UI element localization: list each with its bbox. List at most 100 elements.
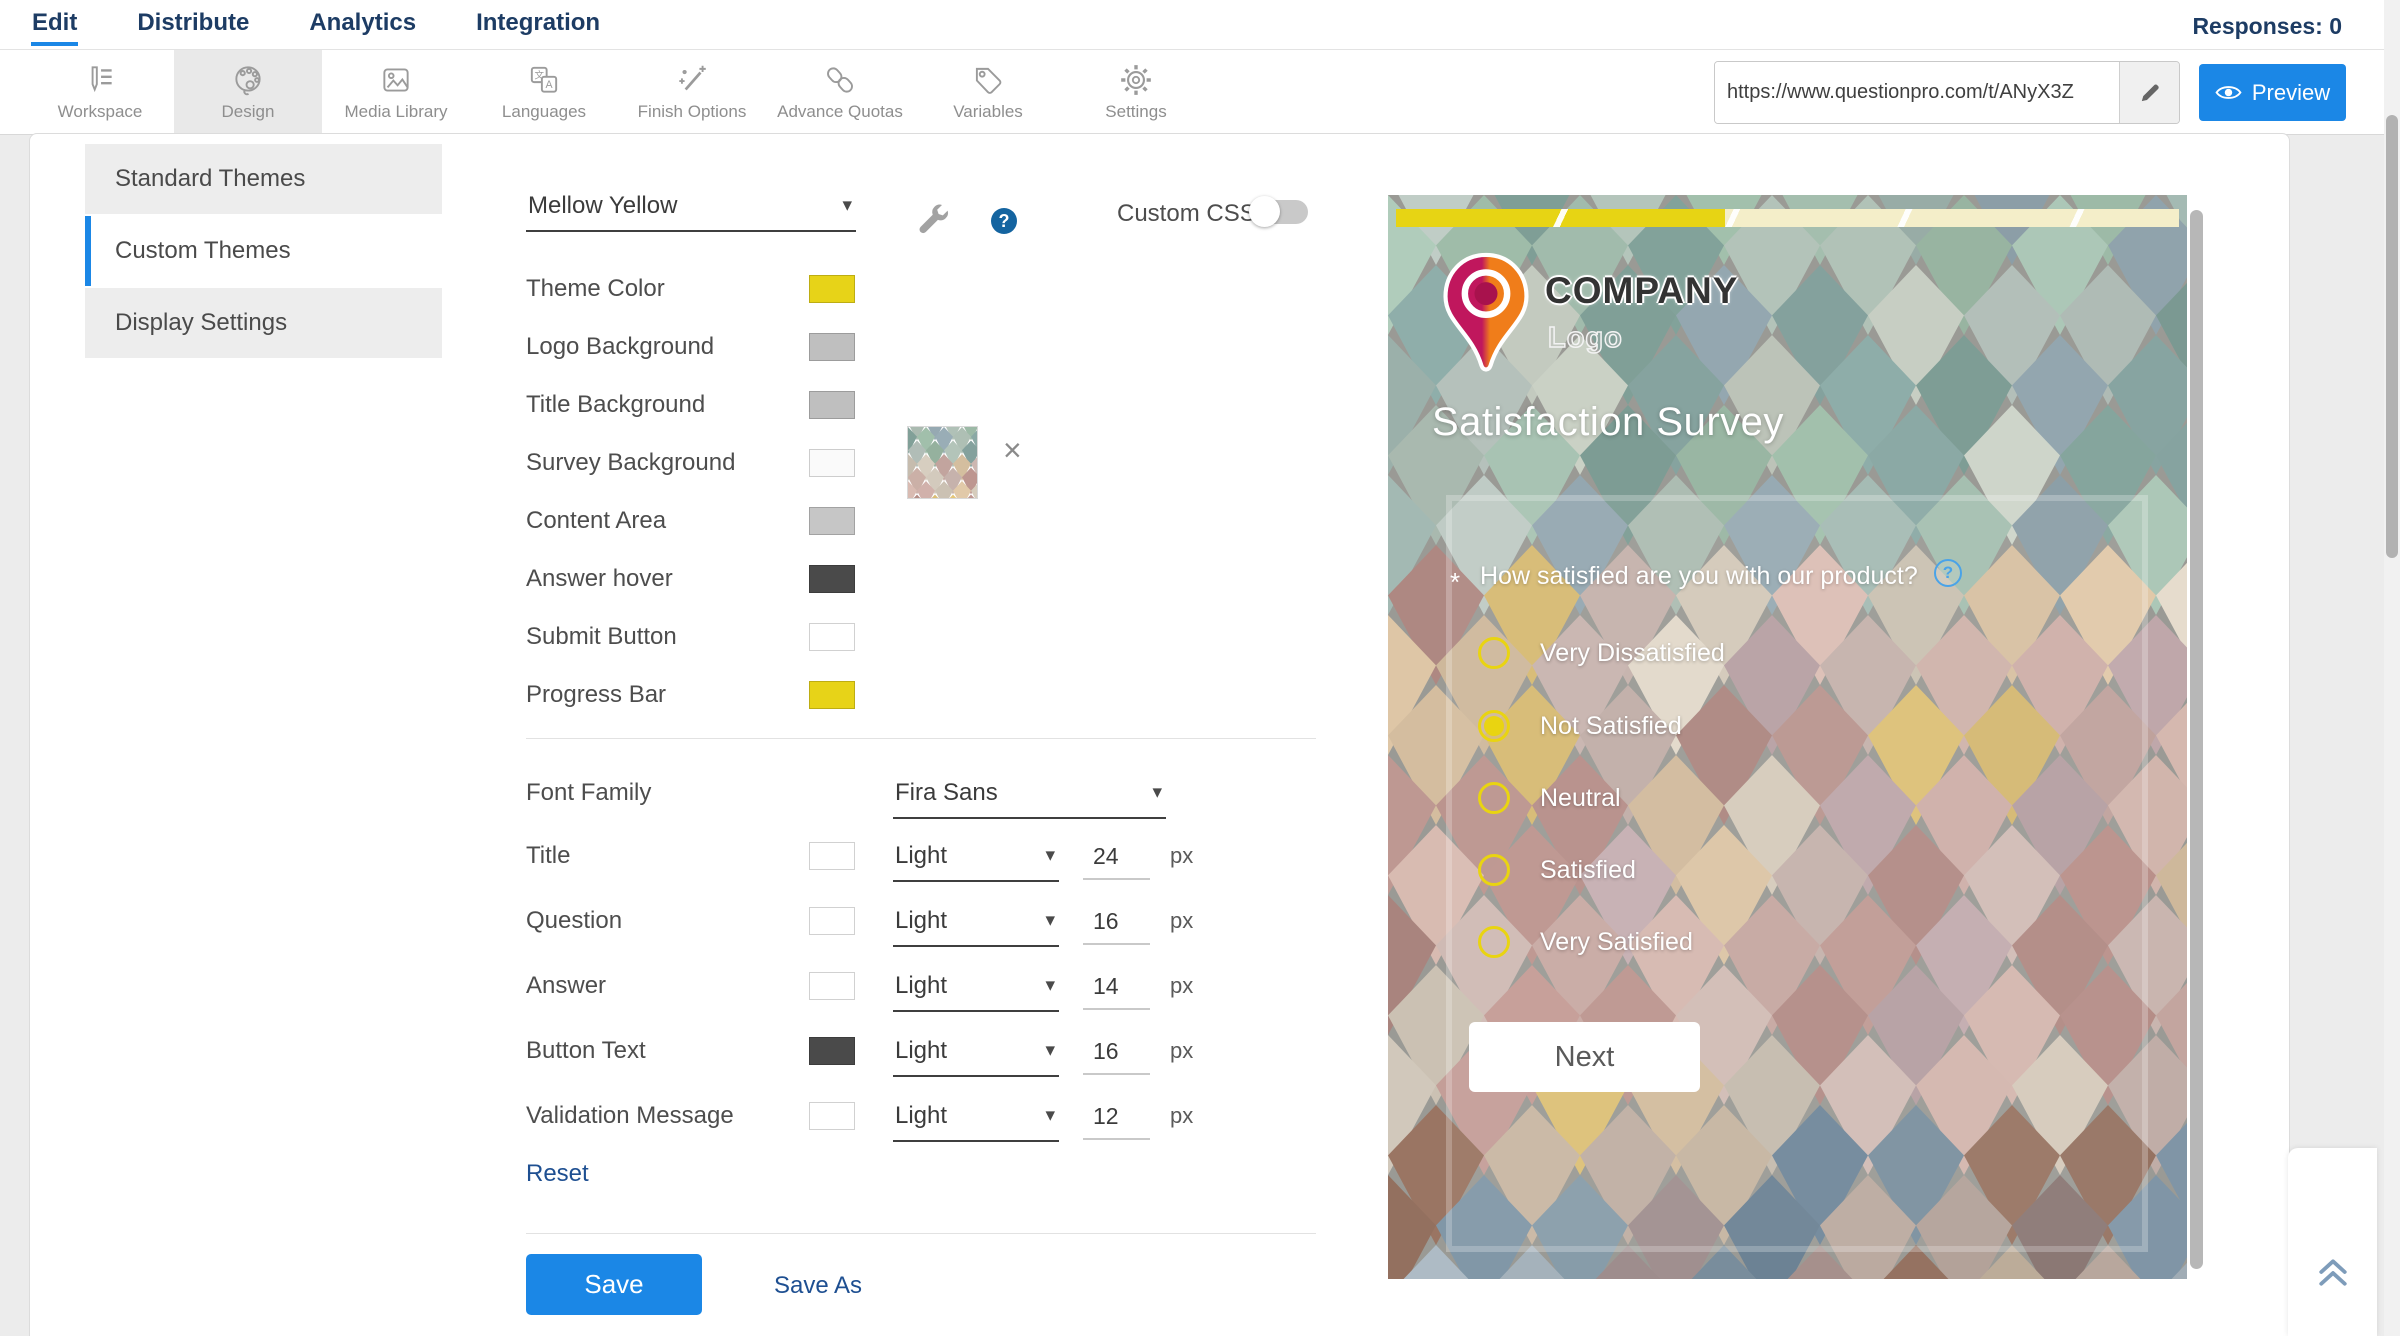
toolbar-item-languages[interactable]: 文 A Languages bbox=[470, 50, 618, 134]
question-help-icon[interactable]: ? bbox=[1934, 559, 1962, 587]
answer-hover-swatch[interactable] bbox=[809, 565, 855, 593]
progress-bar-swatch[interactable] bbox=[809, 681, 855, 709]
custom-css-toggle[interactable] bbox=[1252, 200, 1308, 224]
theme-select[interactable]: Mellow Yellow ▾ bbox=[526, 192, 856, 232]
answer-font-color-swatch[interactable] bbox=[809, 972, 855, 1000]
page-background: Standard Themes Custom Themes Display Se… bbox=[0, 135, 2400, 1336]
scroll-to-top-icon[interactable] bbox=[2313, 1256, 2353, 1288]
validation-font-color-swatch[interactable] bbox=[809, 1102, 855, 1130]
responses-count[interactable]: Responses: 0 bbox=[2192, 13, 2342, 40]
button-text-weight-select[interactable]: Light ▾ bbox=[893, 1037, 1059, 1077]
question-font-color-swatch[interactable] bbox=[809, 907, 855, 935]
survey-option[interactable]: Neutral bbox=[1478, 782, 1621, 814]
survey-option[interactable]: Very Dissatisfied bbox=[1478, 637, 1725, 669]
option-label: Very Dissatisfied bbox=[1540, 639, 1725, 668]
page-scrollbar-thumb[interactable] bbox=[2386, 115, 2398, 558]
font-family-select[interactable]: Fira Sans ▾ bbox=[893, 779, 1166, 819]
sidebar-item-standard-themes[interactable]: Standard Themes bbox=[85, 144, 442, 214]
option-label: Satisfied bbox=[1540, 856, 1636, 885]
title-font-color-swatch[interactable] bbox=[809, 842, 855, 870]
theme-color-swatch[interactable] bbox=[809, 275, 855, 303]
survey-option[interactable]: Not Satisfied bbox=[1478, 710, 1682, 742]
radio-button[interactable] bbox=[1478, 782, 1510, 814]
survey-background-swatch[interactable] bbox=[809, 449, 855, 477]
survey-url-box bbox=[1714, 61, 2180, 124]
font-row-label: Question bbox=[526, 907, 622, 935]
title-size-input[interactable] bbox=[1083, 843, 1150, 880]
radio-button[interactable] bbox=[1478, 854, 1510, 886]
radio-button[interactable] bbox=[1478, 710, 1510, 742]
toolbar-item-settings[interactable]: Settings bbox=[1062, 50, 1210, 134]
customize-theme-button[interactable] bbox=[914, 200, 954, 245]
toolbar-item-variables[interactable]: Variables bbox=[914, 50, 1062, 134]
preview-button[interactable]: Preview bbox=[2199, 64, 2346, 121]
toolbar-item-workspace[interactable]: Workspace bbox=[26, 50, 174, 134]
toolbar-item-finish-options[interactable]: Finish Options bbox=[618, 50, 766, 134]
nav-item-analytics[interactable]: Analytics bbox=[308, 3, 417, 46]
survey-option[interactable]: Very Satisfied bbox=[1478, 926, 1693, 958]
button-text-size-input[interactable] bbox=[1083, 1038, 1150, 1075]
nav-item-integration[interactable]: Integration bbox=[475, 3, 601, 46]
design-icon bbox=[230, 62, 266, 98]
radio-button[interactable] bbox=[1478, 926, 1510, 958]
sidebar-item-display-settings[interactable]: Display Settings bbox=[85, 288, 442, 358]
logo-pin-icon bbox=[1440, 250, 1532, 374]
unit-label: px bbox=[1170, 843, 1193, 869]
theme-select-value: Mellow Yellow bbox=[528, 192, 677, 219]
question-weight-select[interactable]: Light ▾ bbox=[893, 907, 1059, 947]
chevron-down-icon: ▾ bbox=[1045, 909, 1055, 932]
logo-background-swatch[interactable] bbox=[809, 333, 855, 361]
preview-scrollbar[interactable] bbox=[2190, 210, 2203, 1269]
chevron-down-icon: ▾ bbox=[1045, 974, 1055, 997]
custom-css-label: Custom CSS bbox=[1117, 200, 1256, 228]
nav-item-edit[interactable]: Edit bbox=[31, 3, 78, 46]
answer-size-input[interactable] bbox=[1083, 973, 1150, 1010]
option-label: Neutral bbox=[1540, 784, 1621, 813]
survey-preview: COMPANY Logo Satisfaction Survey * How s… bbox=[1388, 195, 2187, 1279]
submit-button-swatch[interactable] bbox=[809, 623, 855, 651]
pencil-icon bbox=[2138, 81, 2162, 105]
font-family-label: Font Family bbox=[526, 779, 651, 807]
content-area-swatch[interactable] bbox=[809, 507, 855, 535]
toolbar-item-label: Settings bbox=[1105, 102, 1166, 122]
survey-title: Satisfaction Survey bbox=[1432, 400, 1784, 445]
next-button[interactable]: Next bbox=[1469, 1022, 1700, 1092]
title-background-swatch[interactable] bbox=[809, 391, 855, 419]
color-row-label: Logo Background bbox=[526, 333, 714, 361]
validation-weight-select[interactable]: Light ▾ bbox=[893, 1102, 1059, 1142]
divider bbox=[526, 1233, 1316, 1234]
design-card: Standard Themes Custom Themes Display Se… bbox=[29, 133, 2290, 1336]
toolbar-item-label: Variables bbox=[953, 102, 1023, 122]
color-row-label: Content Area bbox=[526, 507, 666, 535]
unit-label: px bbox=[1170, 973, 1193, 999]
edit-url-button[interactable] bbox=[2119, 62, 2179, 123]
toolbar-item-design[interactable]: Design bbox=[174, 50, 322, 134]
toolbar-item-label: Media Library bbox=[345, 102, 448, 122]
survey-background-thumbnail[interactable] bbox=[907, 426, 978, 499]
help-icon[interactable]: ? bbox=[991, 208, 1017, 234]
save-button[interactable]: Save bbox=[526, 1254, 702, 1315]
required-marker: * bbox=[1450, 567, 1460, 598]
radio-button[interactable] bbox=[1478, 637, 1510, 669]
save-as-link[interactable]: Save As bbox=[774, 1272, 862, 1300]
title-weight-select[interactable]: Light ▾ bbox=[893, 842, 1059, 882]
color-row-label: Submit Button bbox=[526, 623, 677, 651]
eye-icon bbox=[2215, 83, 2242, 102]
languages-icon: 文 A bbox=[526, 62, 562, 98]
nav-item-distribute[interactable]: Distribute bbox=[136, 3, 250, 46]
variables-icon bbox=[970, 62, 1006, 98]
toolbar-item-advance-quotas[interactable]: Advance Quotas bbox=[766, 50, 914, 134]
remove-background-image-button[interactable]: × bbox=[1003, 434, 1022, 466]
toolbar-item-media-library[interactable]: Media Library bbox=[322, 50, 470, 134]
survey-option[interactable]: Satisfied bbox=[1478, 854, 1636, 886]
validation-size-input[interactable] bbox=[1083, 1103, 1150, 1140]
question-size-input[interactable] bbox=[1083, 908, 1150, 945]
sidebar-item-custom-themes[interactable]: Custom Themes bbox=[85, 216, 442, 286]
button-text-color-swatch[interactable] bbox=[809, 1037, 855, 1065]
advance-quotas-icon bbox=[822, 62, 858, 98]
reset-link[interactable]: Reset bbox=[526, 1160, 589, 1188]
answer-weight-select[interactable]: Light ▾ bbox=[893, 972, 1059, 1012]
chevron-down-icon: ▾ bbox=[842, 194, 852, 217]
svg-text:A: A bbox=[545, 79, 553, 91]
survey-url-input[interactable] bbox=[1715, 62, 2119, 123]
